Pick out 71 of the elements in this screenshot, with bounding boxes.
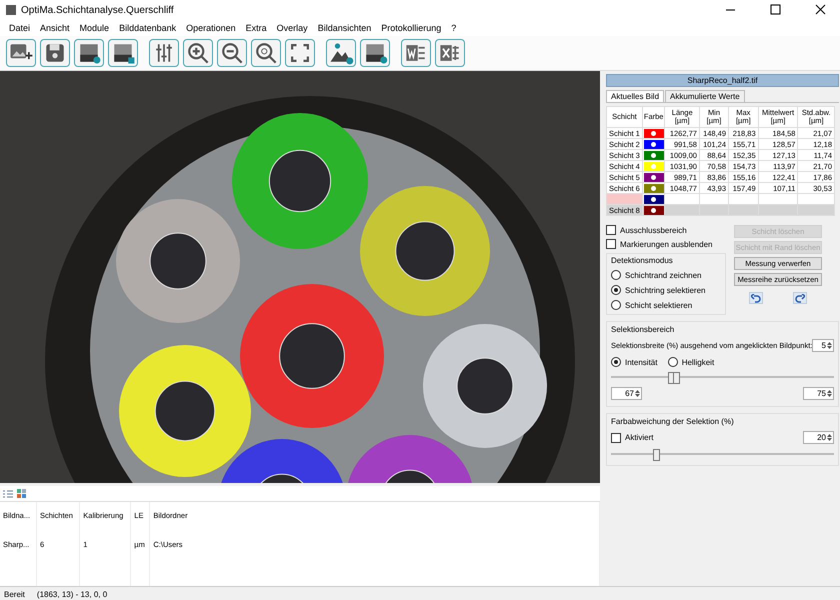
checkbox[interactable]: [606, 225, 616, 235]
toolbar-button[interactable]: [6, 39, 36, 67]
toolbar-button[interactable]: [149, 39, 179, 67]
radio-label: Intensität: [625, 358, 658, 366]
redo-icon: [795, 294, 805, 302]
color-swatch[interactable]: [644, 172, 664, 182]
menu-item[interactable]: Extra: [240, 23, 272, 33]
spin-arrows-icon[interactable]: [827, 433, 832, 442]
menu-item[interactable]: Overlay: [272, 23, 313, 33]
spin-field[interactable]: 75: [803, 387, 834, 400]
radio-button[interactable]: [668, 357, 678, 367]
group-title: Farbabweichung der Selektion (%): [611, 417, 735, 426]
undo-icon: [751, 294, 761, 302]
toolbar-button[interactable]: [251, 39, 281, 67]
menu-item[interactable]: Module: [74, 23, 114, 33]
group-title: Selektionsbereich: [611, 325, 676, 334]
toolbar-button[interactable]: [40, 39, 70, 67]
grid-view-icon[interactable]: [17, 488, 27, 498]
menu-item[interactable]: Bilddatenbank: [114, 23, 182, 33]
radio-label: Schichtrand zeichnen: [625, 270, 702, 280]
window-title: OptiMa.Schichtanalyse.Querschliff: [21, 4, 175, 16]
radio-button[interactable]: [611, 300, 621, 310]
radio-button[interactable]: [611, 270, 621, 280]
radio-label: Schicht selektieren: [625, 300, 692, 310]
app-icon: [6, 5, 16, 15]
spin-field[interactable]: 5: [812, 339, 834, 352]
menu-item[interactable]: Bildansichten: [312, 23, 376, 33]
menu-item[interactable]: ?: [446, 23, 462, 33]
slider-thumb[interactable]: [652, 449, 660, 461]
color-swatch[interactable]: [644, 128, 664, 138]
spin-arrows-icon[interactable]: [635, 389, 640, 398]
checkbox-label: Aktiviert: [625, 433, 654, 442]
checkbox-label: Ausschlussbereich: [620, 226, 687, 234]
toolbar-button[interactable]: [401, 39, 431, 67]
radio-label: Schichtring selektieren: [625, 286, 706, 294]
toolbar-button[interactable]: [435, 39, 465, 67]
undo-button[interactable]: [749, 292, 763, 304]
color-swatch[interactable]: [644, 162, 664, 171]
toolbar-button[interactable]: [217, 39, 247, 67]
toolbar-button[interactable]: [108, 39, 138, 67]
spin-arrows-icon[interactable]: [827, 341, 832, 350]
cursor-position: (1863, 13) - 13, 0, 0: [36, 590, 108, 598]
group-title: Detektionsmodus: [611, 256, 674, 265]
toolbar-button[interactable]: [74, 39, 104, 67]
menu-item[interactable]: Protokollierung: [376, 23, 446, 33]
spin-arrows-icon[interactable]: [827, 389, 832, 398]
color-swatch[interactable]: [644, 150, 664, 160]
tab[interactable]: Aktuelles Bild: [606, 90, 664, 102]
radio-button[interactable]: [611, 357, 621, 367]
menu-item[interactable]: Datei: [4, 23, 36, 33]
list-view-icon[interactable]: [3, 488, 13, 498]
toolbar-button[interactable]: [326, 39, 356, 67]
toolbar-button[interactable]: [183, 39, 213, 67]
checkbox-label: Markierungen ausblenden: [620, 240, 713, 248]
status-text: Bereit: [4, 590, 25, 598]
checkbox[interactable]: [606, 239, 616, 249]
checkbox[interactable]: [611, 432, 621, 442]
color-swatch[interactable]: [644, 184, 664, 193]
menu-item[interactable]: Operationen: [181, 23, 241, 33]
color-swatch[interactable]: [644, 140, 664, 149]
radio-button[interactable]: [611, 285, 621, 295]
redo-button[interactable]: [793, 292, 807, 304]
file-name-bar: SharpReco_half2.tif: [606, 74, 839, 87]
radio-label: Helligkeit: [682, 358, 714, 366]
spin-field[interactable]: 20: [803, 431, 834, 444]
menu-item[interactable]: Ansicht: [35, 23, 75, 33]
tab[interactable]: Akkumulierte Werte: [665, 90, 745, 102]
toolbar-button[interactable]: [285, 39, 315, 67]
toolbar-button[interactable]: [360, 39, 390, 67]
spin-field[interactable]: 67: [611, 387, 642, 400]
color-swatch[interactable]: [644, 194, 664, 204]
